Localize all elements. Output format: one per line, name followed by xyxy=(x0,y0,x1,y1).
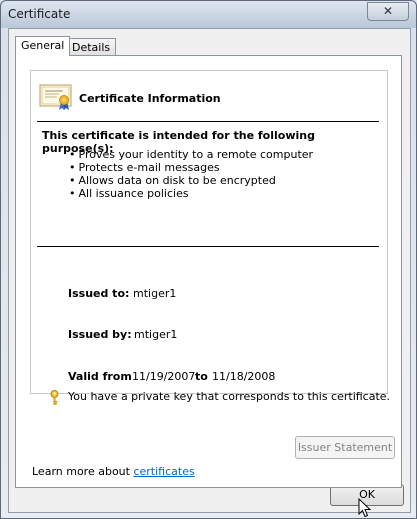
purpose-list: Proves your identity to a remote compute… xyxy=(69,148,314,200)
certificate-info-title: Certificate Information xyxy=(79,92,221,105)
valid-from-value: 11/19/2007 xyxy=(132,370,196,383)
key-icon xyxy=(50,390,59,405)
list-item: All issuance policies xyxy=(69,187,313,200)
learn-more-prefix: Learn more about xyxy=(32,465,134,478)
issued-to-label: Issued to: xyxy=(68,287,130,300)
certificate-icon xyxy=(39,84,72,110)
close-button[interactable]: ✕ xyxy=(367,2,409,21)
close-icon: ✕ xyxy=(382,4,394,18)
learn-more-text: Learn more about certificates xyxy=(32,465,195,478)
issued-by-label: Issued by: xyxy=(68,328,132,341)
valid-to-label: to xyxy=(195,370,208,383)
issued-to-value: mtiger1 xyxy=(133,287,177,300)
tab-details[interactable]: Details xyxy=(66,38,117,56)
dialog-body: General Details Certificate Information … xyxy=(8,28,411,513)
tab-general[interactable]: General xyxy=(15,36,71,56)
list-item: Proves your identity to a remote compute… xyxy=(69,148,314,161)
list-item: Protects e-mail messages xyxy=(69,161,313,174)
valid-to-value: 11/18/2008 xyxy=(212,370,276,383)
list-item: Allows data on disk to be encrypted xyxy=(69,174,313,187)
certificates-link[interactable]: certificates xyxy=(133,465,194,478)
valid-from-label: Valid from xyxy=(68,370,132,383)
title-bar: Certificate ✕ xyxy=(1,1,416,28)
certificate-info-box: Certificate Information This certificate… xyxy=(30,70,390,405)
private-key-text: You have a private key that corresponds … xyxy=(68,390,391,403)
mouse-pointer-icon xyxy=(358,498,372,518)
certificate-dialog: Certificate ✕ General Details Certificat… xyxy=(0,0,417,519)
divider xyxy=(37,246,379,247)
window-title: Certificate xyxy=(8,7,71,21)
general-tab-panel: Certificate Information This certificate… xyxy=(15,55,402,488)
issuer-statement-button[interactable]: Issuer Statement xyxy=(295,436,395,459)
divider xyxy=(37,121,379,122)
issued-by-value: mtiger1 xyxy=(134,328,178,341)
